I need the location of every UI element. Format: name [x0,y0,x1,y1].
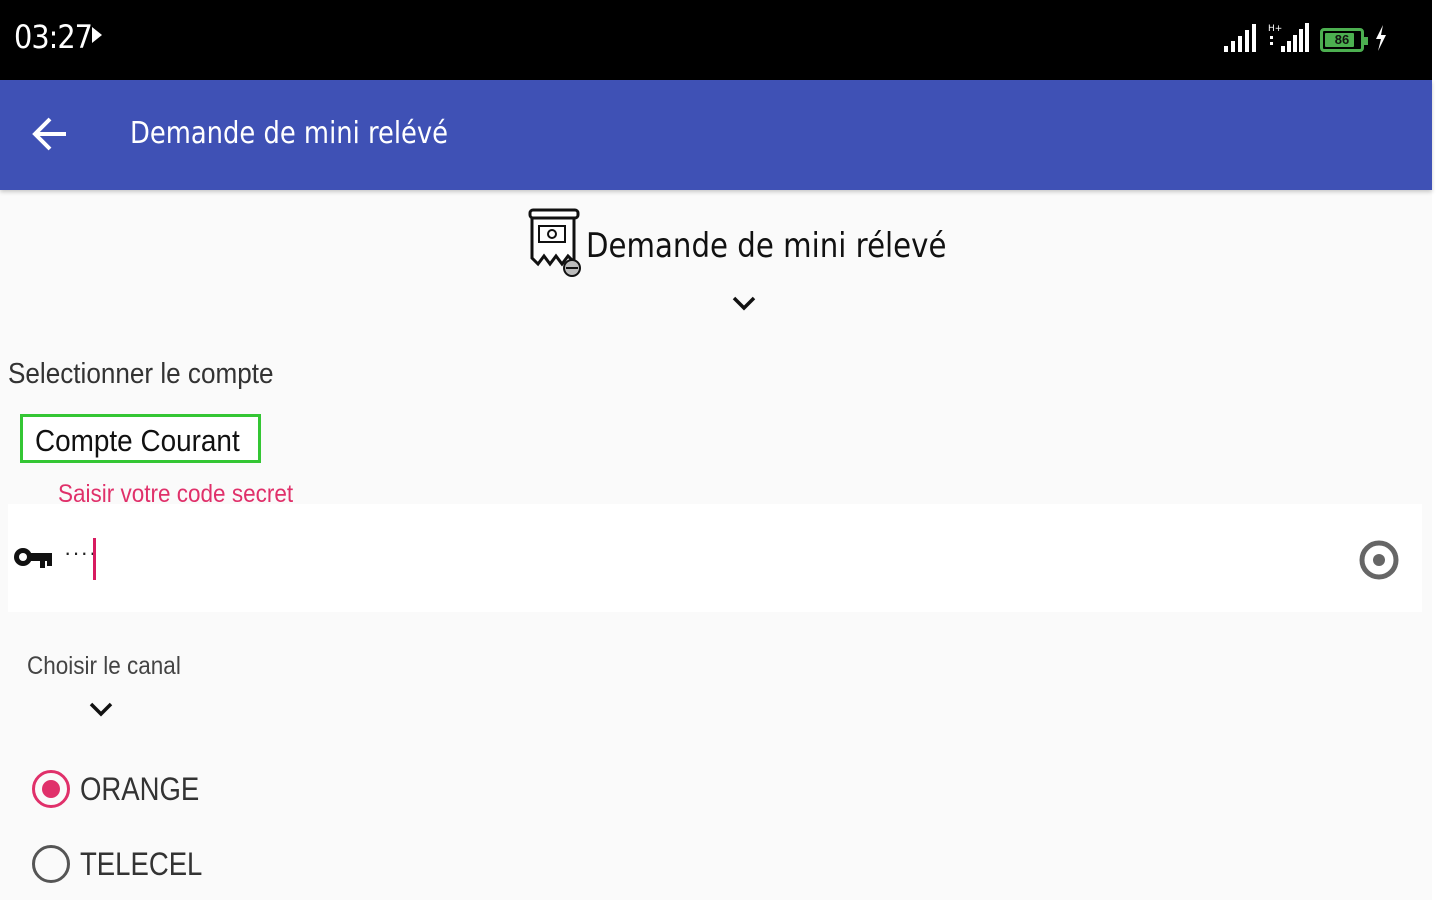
secret-code-field[interactable]: ···· [8,504,1422,612]
radio-option-telecel[interactable]: TELECEL [32,845,222,883]
status-bar: 03:27 H+ 86 [0,0,1432,80]
canal-label: Choisir le canal [27,652,181,680]
radio-option-orange[interactable]: ORANGE [32,770,219,808]
radio-dot [42,780,60,798]
radio-button-checked[interactable] [32,770,70,808]
signal-icon: H+ [1268,23,1309,52]
status-time: 03:27 [14,18,93,56]
svg-text:H+: H+ [1268,24,1282,34]
account-select[interactable]: Compte Courant [20,414,261,463]
radio-label: TELECEL [80,845,203,882]
chevron-down-icon[interactable] [88,700,114,720]
text-cursor [93,538,96,580]
play-icon [92,27,102,43]
radio-button-unchecked[interactable] [32,845,70,883]
eye-icon[interactable] [1358,540,1400,580]
radio-label: ORANGE [80,770,200,807]
app-bar-title: Demande de mini relévé [130,116,449,151]
account-label: Selectionner le compte [8,358,274,390]
charging-icon [1376,25,1386,51]
status-icons: H+ 86 [1224,20,1388,52]
back-arrow-icon[interactable] [30,114,70,154]
battery-cap [1364,37,1368,45]
app-bar: Demande de mini relévé [0,80,1432,190]
account-selected-value: Compte Courant [35,423,240,458]
key-icon [14,548,52,568]
signal-icon [1224,24,1256,52]
header-block: Demande de mini rélevé [0,200,1432,330]
battery-level: 86 [1334,32,1350,47]
chevron-down-icon[interactable] [730,294,758,314]
battery-icon: 86 [1320,28,1368,52]
header-title: Demande de mini rélevé [586,226,947,266]
receipt-icon [528,208,581,277]
right-gutter [1432,0,1440,900]
